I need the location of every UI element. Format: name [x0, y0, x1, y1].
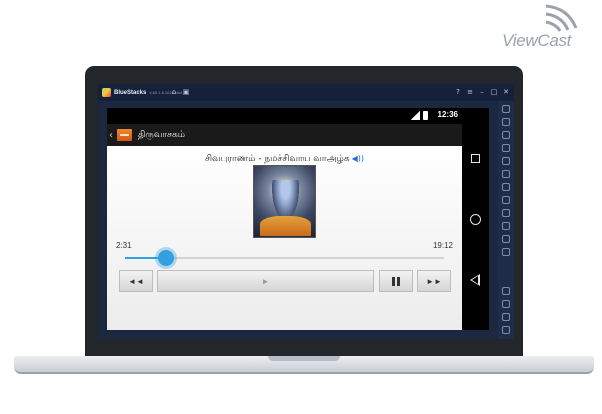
home-nav-icon[interactable] [470, 214, 481, 225]
signal-icon [411, 111, 420, 120]
status-icons [411, 111, 428, 120]
minimize-icon[interactable]: – [478, 87, 486, 97]
maximize-icon[interactable]: □ [490, 87, 498, 97]
recents-side-icon[interactable] [502, 326, 510, 334]
android-nav-bar [462, 108, 489, 330]
action-bar: ‹ திருவாசகம் [107, 124, 462, 146]
android-screen: 12:36 ‹ திருவாசகம் சிவபுராணம் - நமச்சிவா… [107, 108, 462, 330]
play-bar-button[interactable]: ► [157, 270, 374, 292]
app-icon[interactable] [117, 129, 132, 141]
menu-icon[interactable]: ≡ [466, 87, 474, 97]
shake-icon[interactable] [502, 183, 510, 191]
window-controls: ? ≡ – □ ✕ [454, 87, 510, 97]
song-title-row: சிவபுராணம் - நமச்சிவாய வாஅழ்க ◀)) [107, 154, 462, 165]
eco-mode-icon[interactable] [502, 248, 510, 256]
album-art-figure [272, 180, 299, 220]
viewcast-logo: ViewCast [498, 4, 598, 50]
seek-bar[interactable] [125, 250, 444, 266]
multi-instance-side-icon[interactable] [502, 222, 510, 230]
volume-down-icon[interactable] [502, 131, 510, 139]
status-clock: 12:36 [437, 110, 458, 119]
volume-up-icon[interactable] [502, 118, 510, 126]
screenshot-icon[interactable] [502, 157, 510, 165]
viewcast-logo-text: ViewCast [502, 31, 572, 50]
recents-icon[interactable] [471, 154, 480, 163]
signal-arcs-icon [545, 4, 578, 32]
bluestacks-name: BlueStacks [114, 89, 147, 96]
rotate-icon[interactable] [502, 170, 510, 178]
player-content: சிவபுராணம் - நமச்சிவாய வாஅழ்க ◀)) 2:31 19… [107, 146, 462, 330]
location-icon[interactable] [502, 235, 510, 243]
album-art [253, 165, 316, 238]
bluestacks-titlebar: BlueStacks 4.60.1.6.1023 N64 ⌂ ▣ ? ≡ – □… [98, 84, 514, 101]
album-art-base [260, 216, 311, 236]
multi-instance-icon[interactable]: ▣ [182, 88, 190, 96]
back-side-icon[interactable] [502, 300, 510, 308]
total-duration: 19:12 [432, 241, 453, 250]
status-bar: 12:36 [107, 108, 462, 124]
app-title: திருவாசகம் [138, 129, 186, 140]
bluestacks-sidebar [498, 101, 514, 339]
battery-icon [423, 111, 428, 120]
next-button[interactable]: ►► [417, 270, 451, 292]
macro-icon[interactable] [502, 209, 510, 217]
help-icon[interactable]: ? [454, 87, 462, 97]
elapsed-time: 2:31 [116, 241, 132, 250]
settings-icon[interactable] [502, 287, 510, 295]
stage: ViewCast BlueStacks 4.60.1.6.1023 N64 ⌂ … [0, 0, 602, 414]
bluestacks-logo-icon [102, 88, 111, 97]
fullscreen-icon[interactable] [502, 105, 510, 113]
pause-icon [392, 276, 400, 286]
chevron-left-icon[interactable]: ‹ [109, 130, 115, 141]
laptop-notch [268, 356, 340, 361]
speaker-icon[interactable]: ◀)) [352, 154, 364, 163]
pause-button[interactable] [379, 270, 413, 292]
keyboard-icon[interactable] [502, 196, 510, 204]
close-icon[interactable]: ✕ [502, 87, 510, 97]
back-icon[interactable] [470, 274, 480, 286]
home-side-icon[interactable] [502, 313, 510, 321]
previous-button[interactable]: ◄◄ [119, 270, 153, 292]
seek-thumb[interactable] [158, 250, 175, 266]
home-icon[interactable]: ⌂ [170, 88, 178, 96]
song-title: சிவபுராணம் - நமச்சிவாய வாஅழ்க [204, 154, 350, 164]
screen-record-icon[interactable] [502, 144, 510, 152]
